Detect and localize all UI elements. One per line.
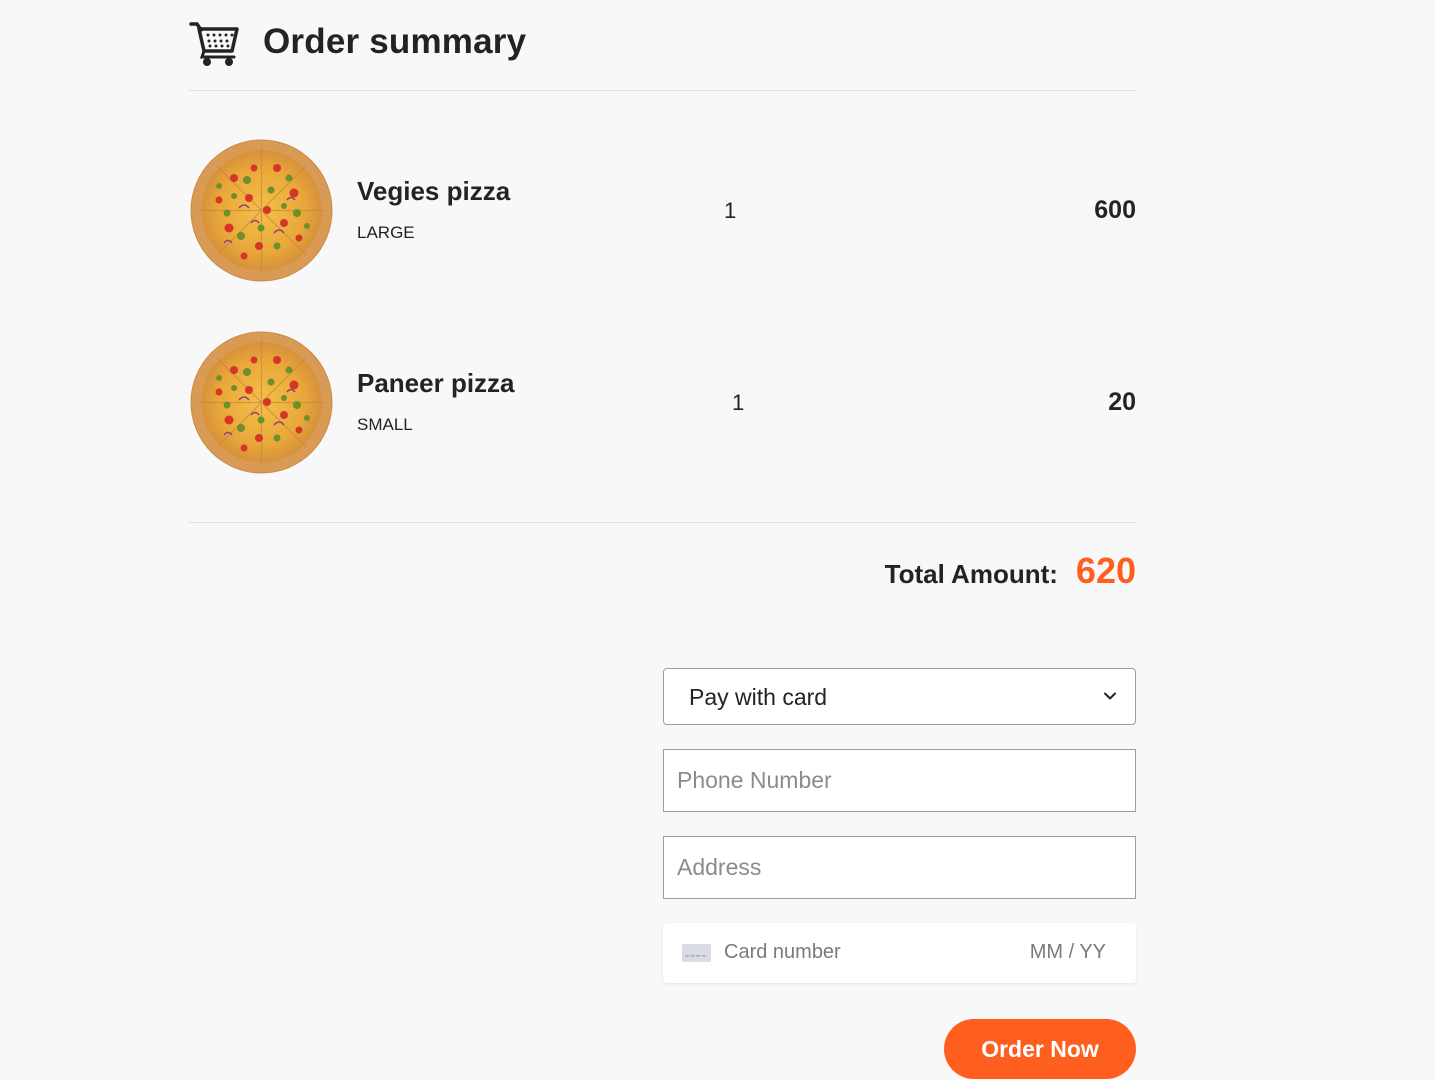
phone-number-input[interactable]	[664, 750, 1135, 811]
total-value: 620	[1075, 550, 1136, 591]
page-title: Order summary	[263, 22, 527, 61]
credit-card-icon	[682, 944, 711, 962]
address-input[interactable]	[664, 837, 1135, 898]
payment-method-select[interactable]: Pay with card	[663, 668, 1136, 725]
cart-item: Paneer pizza SMALL 1 20	[189, 330, 1136, 475]
cart-item: Vegies pizza LARGE 1 600	[189, 138, 1136, 283]
item-name: Vegies pizza	[357, 176, 511, 206]
item-quantity: 1	[724, 198, 737, 223]
card-expiry-input[interactable]: MM / YY	[1030, 941, 1106, 964]
order-now-button[interactable]: Order Now	[944, 1019, 1136, 1079]
item-price: 20	[1108, 388, 1136, 416]
total-label: Total Amount:	[884, 559, 1058, 589]
card-number-input[interactable]: Card number	[724, 941, 841, 964]
phone-number-field[interactable]	[663, 749, 1136, 812]
divider	[189, 522, 1136, 523]
divider	[189, 90, 1136, 91]
pizza-image	[189, 138, 334, 283]
item-name: Paneer pizza	[357, 368, 515, 398]
shopping-cart-icon	[189, 22, 239, 66]
item-size: LARGE	[357, 223, 415, 242]
item-price: 600	[1094, 196, 1136, 224]
pizza-image	[189, 330, 334, 475]
order-summary-header: Order summary	[189, 14, 526, 70]
card-element[interactable]: Card number MM / YY	[663, 923, 1136, 983]
address-field[interactable]	[663, 836, 1136, 899]
chevron-down-icon	[1104, 692, 1116, 700]
order-summary-container: Order summary Vegies pizza LARGE 1 600 P…	[189, 0, 1136, 1080]
total-amount: Total Amount: 620	[885, 550, 1136, 592]
payment-method-value: Pay with card	[689, 684, 828, 710]
item-size: SMALL	[357, 415, 413, 434]
item-quantity: 1	[732, 390, 745, 415]
